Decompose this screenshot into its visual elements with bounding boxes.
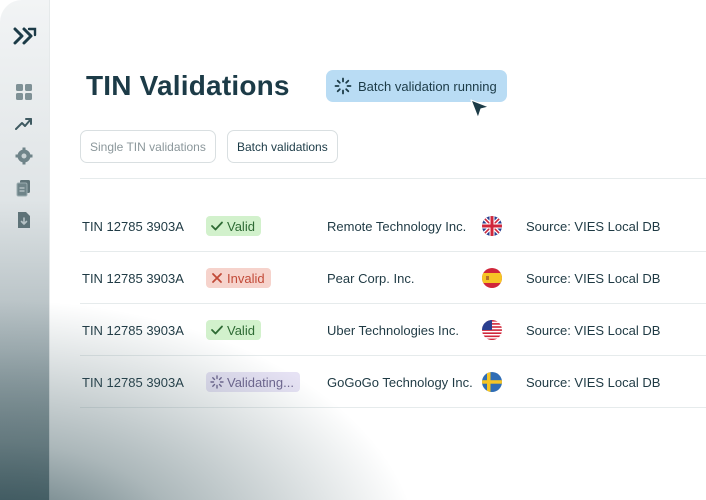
status-cell: Validating...: [206, 356, 300, 408]
table-row[interactable]: TIN 12785 3903A Valid Remote Technology In…: [80, 200, 706, 252]
table-row[interactable]: TIN 12785 3903A Valid Uber Technologies In…: [80, 304, 706, 356]
documents-icon[interactable]: [15, 179, 33, 197]
tin-number: TIN 12785 3903A: [82, 270, 184, 286]
check-icon: [211, 325, 223, 335]
row-divider: [80, 407, 706, 408]
mouse-cursor-icon: [470, 99, 490, 119]
spinner-icon: [210, 375, 224, 389]
source-label: Source: VIES Local DB: [526, 374, 661, 390]
us-flag-icon: [482, 304, 502, 356]
status-label: Validating...: [227, 374, 294, 390]
page-title: TIN Validations: [86, 70, 290, 101]
table-row[interactable]: TIN 12785 3903A Validating... GoGoGo Techn…: [80, 356, 706, 408]
company-name: Remote Technology Inc.: [327, 218, 467, 234]
tin-number: TIN 12785 3903A: [82, 374, 184, 390]
table-header-divider: [80, 178, 706, 179]
status-label: Valid: [227, 218, 255, 234]
status-cell: Valid: [206, 304, 261, 356]
source-label: Source: VIES Local DB: [526, 322, 661, 338]
source-label: Source: VIES Local DB: [526, 218, 661, 234]
uk-flag-icon: [482, 200, 502, 252]
sweden-flag-icon: [482, 356, 502, 408]
status-badge: Invalid: [206, 268, 271, 288]
table-row[interactable]: TIN 12785 3903A Invalid Pear Corp. Inc. Sou…: [80, 252, 706, 304]
tin-number: TIN 12785 3903A: [82, 322, 184, 338]
status-badge: Validating...: [206, 372, 300, 392]
logo-icon: [13, 27, 37, 45]
company-name: GoGoGo Technology Inc.: [327, 374, 473, 390]
company-name: Uber Technologies Inc.: [327, 322, 460, 338]
company-name: Pear Corp. Inc.: [327, 270, 415, 286]
tin-number: TIN 12785 3903A: [82, 218, 184, 234]
status-label: Invalid: [227, 270, 265, 286]
status-cell: Invalid: [206, 252, 271, 304]
tab-batch-validations[interactable]: Batch validations: [227, 130, 338, 163]
x-icon: [212, 273, 222, 283]
status-badge: Valid: [206, 216, 261, 236]
dashboard-icon[interactable]: [15, 83, 33, 101]
settings-gear-icon[interactable]: [15, 147, 33, 165]
sidebar: [0, 0, 50, 500]
file-download-icon[interactable]: [15, 211, 33, 229]
trending-icon[interactable]: [15, 115, 33, 133]
tab-single-tin-validations[interactable]: Single TIN validations: [80, 130, 216, 163]
status-badge: Valid: [206, 320, 261, 340]
spinner-icon: [334, 77, 352, 95]
batch-status-text: Batch validation running: [358, 78, 497, 94]
check-icon: [211, 221, 223, 231]
status-cell: Valid: [206, 200, 261, 252]
status-label: Valid: [227, 322, 255, 338]
app-window: TIN Validations Batch validation running…: [0, 0, 706, 500]
source-label: Source: VIES Local DB: [526, 270, 661, 286]
spain-flag-icon: [482, 252, 502, 304]
